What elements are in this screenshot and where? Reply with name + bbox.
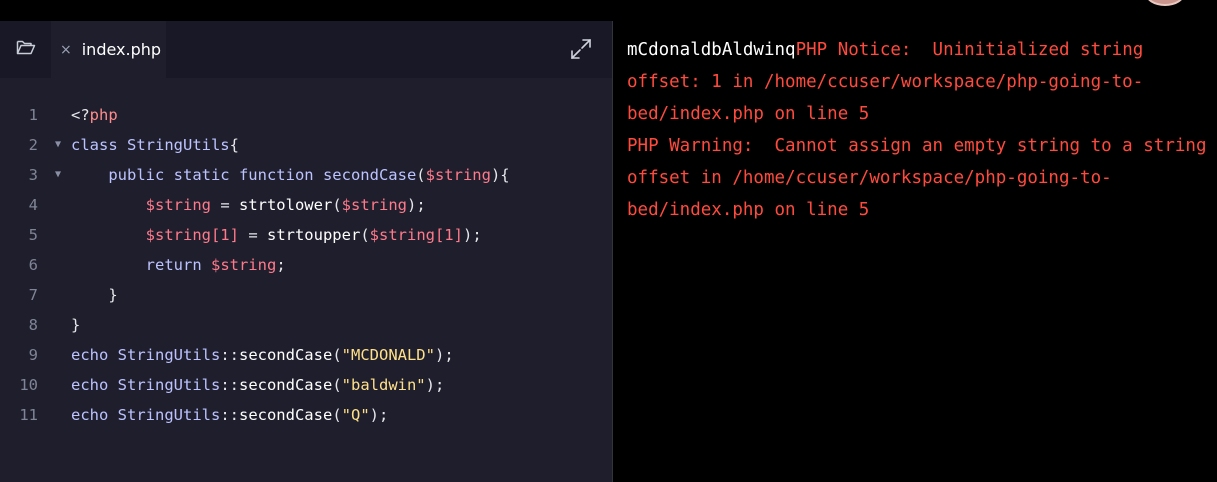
line-number: 8	[28, 316, 38, 334]
code-text: <?php	[71, 100, 118, 130]
code-token: $string	[145, 196, 211, 214]
code-token: );	[425, 376, 445, 394]
code-token: );	[462, 226, 482, 244]
code-token: return	[71, 256, 211, 274]
code-line[interactable]: 9 echo StringUtils::secondCase("MCDONALD"…	[0, 340, 612, 370]
line-number: 4	[28, 196, 38, 214]
code-token: echo StringUtils	[71, 376, 221, 394]
code-line[interactable]: 6 return $string;	[0, 250, 612, 280]
code-token: }	[71, 316, 81, 334]
code-line[interactable]: 1 <?php	[0, 100, 612, 130]
tab-index-php[interactable]: × index.php	[51, 21, 166, 78]
code-token: (	[332, 406, 342, 424]
fold-chevron-icon[interactable]: ▼	[55, 160, 61, 190]
code-text: class StringUtils{	[71, 130, 239, 160]
line-number: 9	[28, 346, 38, 364]
code-token: $string	[425, 166, 491, 184]
code-token: (	[332, 196, 342, 214]
code-text: echo StringUtils::secondCase("baldwin");	[71, 370, 444, 400]
code-token: secondCase	[238, 346, 333, 364]
code-token: $string[1]	[145, 226, 239, 244]
code-token: php	[89, 106, 118, 124]
code-token: ::	[220, 346, 239, 364]
code-token: strtolower	[238, 196, 333, 214]
code-token: $string[1]	[369, 226, 463, 244]
code-text: }	[71, 310, 80, 340]
code-text: echo StringUtils::secondCase("MCDONALD")…	[71, 340, 454, 370]
code-token: (	[416, 166, 426, 184]
code-token: ::	[220, 406, 239, 424]
line-number: 7	[28, 286, 38, 304]
code-line[interactable]: 10 echo StringUtils::secondCase("baldwin"…	[0, 370, 612, 400]
stderr-text: PHP Notice: Uninitialized string offset:…	[627, 40, 1207, 220]
code-token: public static function	[71, 166, 323, 184]
code-line[interactable]: 11 echo StringUtils::secondCase("Q");	[0, 400, 612, 430]
code-token: (	[360, 226, 370, 244]
code-line[interactable]: 2 ▼ class StringUtils{	[0, 130, 612, 160]
code-line[interactable]: 8}	[0, 310, 612, 340]
code-editor: × index.php 1 <?php 2 ▼ class StringUtils{3 ▼…	[0, 21, 612, 482]
pane-divider[interactable]	[612, 21, 613, 482]
code-token: $string	[341, 196, 407, 214]
line-number: 5	[28, 226, 38, 244]
expand-icon	[569, 37, 593, 65]
code-token: strtoupper	[266, 226, 361, 244]
code-text: echo StringUtils::secondCase("Q");	[71, 400, 388, 430]
avatar[interactable]	[1145, 0, 1185, 6]
code-token: );	[434, 346, 454, 364]
code-text: }	[71, 280, 118, 310]
code-token: {	[229, 136, 239, 154]
line-number: 6	[28, 256, 38, 274]
line-number: 11	[19, 406, 38, 424]
code-text: public static function secondCase($strin…	[71, 160, 510, 190]
code-token: "MCDONALD"	[341, 346, 435, 364]
stdout-text: mCdonaldbAldwinq	[627, 40, 796, 60]
code-token: class StringUtils	[71, 136, 230, 154]
code-token: <?	[71, 106, 90, 124]
close-icon[interactable]: ×	[60, 43, 72, 57]
fold-chevron-icon[interactable]: ▼	[55, 130, 61, 160]
code-token: (	[332, 376, 342, 394]
code-text: $string[1] = strtoupper($string[1]);	[71, 220, 482, 250]
expand-button[interactable]	[568, 38, 594, 64]
tab-label: index.php	[81, 40, 162, 59]
code-token: "baldwin"	[341, 376, 426, 394]
code-token: (	[332, 346, 342, 364]
code-area[interactable]: 1 <?php 2 ▼ class StringUtils{3 ▼ public stat…	[0, 100, 612, 430]
code-token: );	[406, 196, 426, 214]
code-token: }	[71, 286, 118, 304]
code-token: =	[210, 196, 239, 214]
code-token: );	[369, 406, 389, 424]
code-token: secondCase	[238, 406, 333, 424]
code-text: return $string;	[71, 250, 286, 280]
code-line[interactable]: 3 ▼ public static function secondCase($st…	[0, 160, 612, 190]
tab-bar: × index.php	[0, 21, 612, 78]
file-browser-button[interactable]	[0, 21, 51, 78]
code-token: echo StringUtils	[71, 406, 221, 424]
code-token: $string	[210, 256, 277, 274]
code-token: ::	[220, 376, 239, 394]
line-number: 3	[28, 166, 38, 184]
code-token: ){	[490, 166, 510, 184]
folder-open-icon	[16, 39, 36, 60]
line-number: 1	[28, 106, 38, 124]
code-text: $string = strtolower($string);	[71, 190, 426, 220]
line-number: 2	[28, 136, 38, 154]
code-token: echo StringUtils	[71, 346, 221, 364]
line-number: 10	[19, 376, 38, 394]
code-token: secondCase	[238, 376, 333, 394]
code-line[interactable]: 5 $string[1] = strtoupper($string[1]);	[0, 220, 612, 250]
terminal-output: mCdonaldbAldwinqPHP Notice: Uninitialize…	[627, 34, 1211, 226]
code-line[interactable]: 4 $string = strtolower($string);	[0, 190, 612, 220]
code-line[interactable]: 7 }	[0, 280, 612, 310]
code-token: ;	[276, 256, 286, 274]
top-bar	[0, 0, 1217, 21]
code-token: "Q"	[341, 406, 370, 424]
code-token: =	[238, 226, 267, 244]
code-token: secondCase	[322, 166, 417, 184]
